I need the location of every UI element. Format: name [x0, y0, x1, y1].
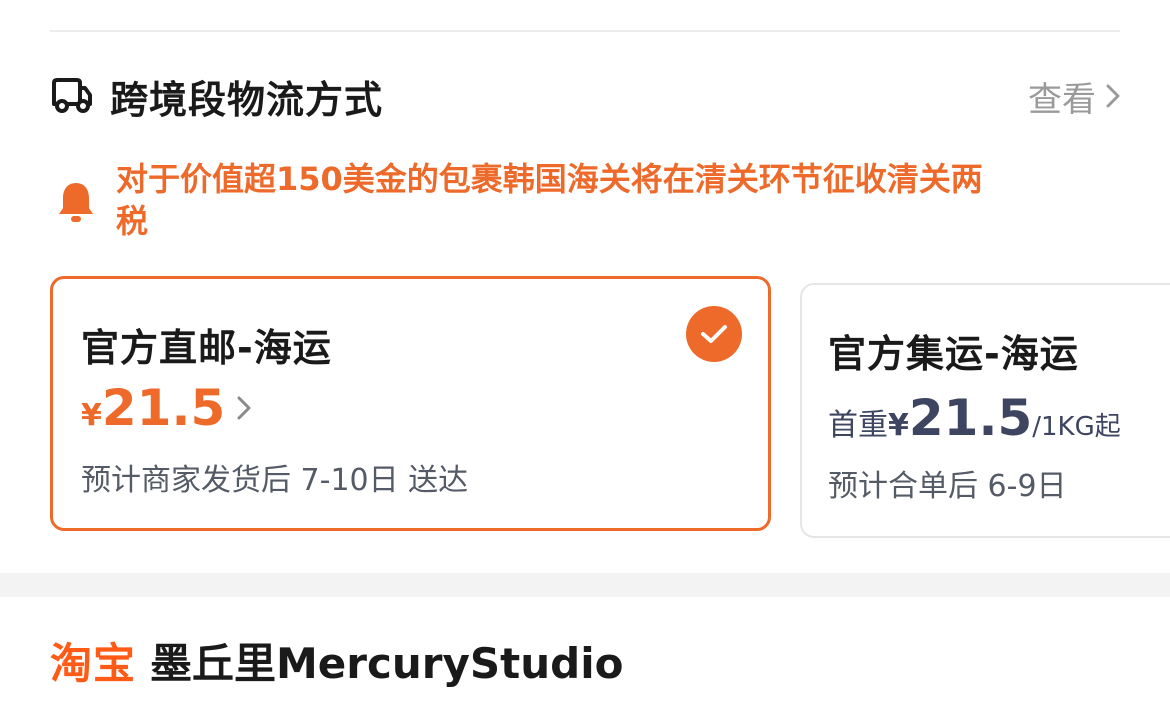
option-price: 首重 ¥ 21.5 /1KG起 [828, 389, 1121, 447]
option-eta: 预计合单后 6-9日 [828, 469, 1067, 504]
shop-header[interactable]: 淘宝 墨丘里MercuryStudio [50, 628, 623, 692]
logistics-header: 跨境段物流方式 查看 [50, 70, 1120, 122]
shop-name[interactable]: 墨丘里MercuryStudio [150, 630, 623, 691]
currency-symbol: ¥ [888, 408, 909, 443]
option-eta: 预计商家发货后 7-10日 送达 [81, 463, 469, 498]
price-prefix: 首重 [828, 408, 888, 443]
option-price: ¥ 21.5 [81, 379, 251, 437]
customs-notice: 对于价值超150美金的包裹韩国海关将在清关环节征收清关两税 [56, 158, 996, 242]
taobao-logo: 淘宝 [50, 638, 137, 688]
option-name: 官方直邮-海运 [81, 326, 332, 370]
view-link[interactable]: 查看 [1028, 72, 1120, 121]
price-amount: 21.5 [101, 379, 226, 437]
notice-text: 对于价值超150美金的包裹韩国海关将在清关环节征收清关两税 [116, 160, 983, 240]
section-separator [0, 573, 1170, 597]
truck-icon [50, 74, 94, 118]
price-amount: 21.5 [908, 389, 1033, 447]
shipping-option-consolidated-sea[interactable]: 官方集运-海运 首重 ¥ 21.5 /1KG起 预计合单后 6-9日 [800, 283, 1170, 538]
check-icon [686, 306, 742, 362]
bell-icon [56, 180, 96, 224]
view-link-label: 查看 [1028, 79, 1096, 120]
section-title: 跨境段物流方式 [110, 77, 384, 122]
shipping-option-direct-sea[interactable]: 官方直邮-海运 ¥ 21.5 预计商家发货后 7-10日 送达 [50, 276, 771, 531]
price-unit: /1KG起 [1032, 412, 1121, 442]
currency-symbol: ¥ [81, 398, 102, 433]
chevron-right-icon[interactable] [237, 396, 251, 420]
top-divider [50, 30, 1120, 32]
option-name: 官方集运-海运 [828, 332, 1079, 376]
chevron-right-icon [1106, 84, 1120, 108]
